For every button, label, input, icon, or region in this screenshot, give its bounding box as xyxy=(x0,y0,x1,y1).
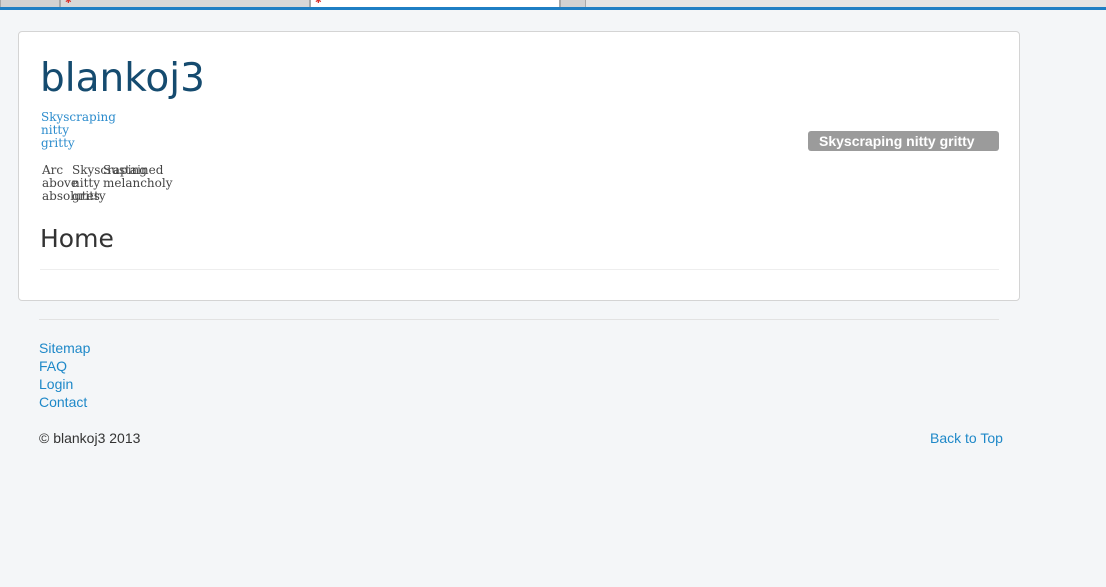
page-title: Home xyxy=(40,224,114,253)
sidebar-badge: Skyscraping nitty gritty xyxy=(808,131,999,151)
login-link[interactable]: Login xyxy=(39,375,90,393)
browser-tab[interactable] xyxy=(0,0,60,7)
browser-tab[interactable]: ✱ xyxy=(60,0,310,7)
footer-divider xyxy=(39,319,999,320)
sitemap-link[interactable]: Sitemap xyxy=(39,339,90,357)
new-tab-button[interactable] xyxy=(560,0,586,7)
copyright-text: © blankoj3 2013 xyxy=(39,430,141,446)
footer-nav: Sitemap FAQ Login Contact xyxy=(39,339,90,411)
tagline-word: gritty xyxy=(41,136,75,150)
site-tagline[interactable]: Skyscraping nitty gritty xyxy=(41,111,121,150)
content-card: blankoj3 Skyscraping nitty gritty Arc ab… xyxy=(18,31,1020,301)
back-to-top-link[interactable]: Back to Top xyxy=(930,429,1003,447)
divider xyxy=(40,269,999,270)
contact-link[interactable]: Contact xyxy=(39,393,90,411)
browser-tab-active[interactable]: ✱ xyxy=(310,0,560,7)
site-title[interactable]: blankoj3 xyxy=(40,54,205,104)
joomla-favicon-icon: ✱ xyxy=(65,0,72,5)
mini-menu-item[interactable]: Sustained melancholy xyxy=(103,164,173,190)
mini-menu-word: gritty xyxy=(72,189,106,203)
faq-link[interactable]: FAQ xyxy=(39,357,90,375)
mini-menu-word: melancholy xyxy=(103,176,173,190)
joomla-favicon-icon: ✱ xyxy=(315,0,322,5)
browser-tab-strip: ✱ ✱ xyxy=(0,0,1106,10)
